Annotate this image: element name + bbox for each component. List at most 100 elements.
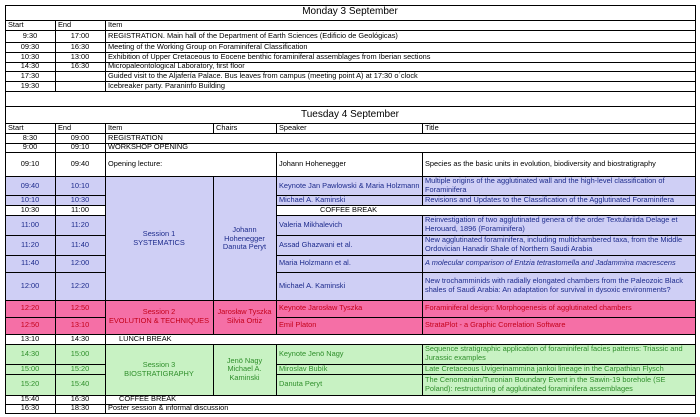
session1-theme: SYSTEMATICS [133,238,185,247]
session3-row-start: 15:20 [20,379,40,389]
session3-title: Late Cretaceous Uvigerinammina jankoi li… [425,364,664,373]
session1-title: New agglutinated foraminifera, including… [425,235,683,253]
session1-row-start: 11:20 [21,239,39,249]
day1-row-start: 19:30 [20,81,40,90]
lunch-end: 14:30 [70,334,90,343]
day1-row-start: 17:30 [20,71,40,80]
day2-header-start: Start [8,124,24,133]
day1-row-item: Exhibition of Upper Cretaceous to Eocene… [108,52,431,61]
coffee-break-label: COFFEE BREAK [276,205,422,215]
session1-title: Multiple origins of the agglutinated wal… [425,177,665,194]
day2-row-start: 8:30 [22,134,38,143]
session1-row-end: 10:10 [70,180,90,190]
day1-row-end: 13:00 [70,52,90,61]
session3-chairs: Jenö Nagy Michael A. Kaminski [226,355,263,382]
day1-row-start: 10:30 [20,52,40,61]
lunch-label: LUNCH BREAK [119,334,172,343]
session2-speaker: Keynote Jarosław Tyszka [279,303,363,313]
session1-title: A molecular comparison of Entzia tetrast… [425,258,676,268]
session1-row-end: 10:30 [70,195,90,204]
day1-row-end: 16:30 [70,42,90,51]
session1-title: Revisions and Updates to the Classificat… [425,195,674,204]
day2-header-item: Item [108,124,123,133]
day1-row-end: 16:30 [70,62,90,71]
session3-speaker: Miroslav Bubík [279,364,328,373]
session2-row-start: 12:20 [20,303,40,313]
day2-header-speaker: Speaker [279,124,307,133]
day1-row-end: 17:00 [70,31,90,41]
session1-row-start: 11:00 [21,219,39,229]
session1-row-start: 11:40 [21,258,39,268]
day2-row-end: 09:40 [70,158,90,168]
day1-title: Monday 3 September [302,6,398,18]
day2-row-start: 09:10 [20,158,40,168]
session2-row-end: 13:10 [70,320,90,330]
session3-theme: BIOSTRATIGRAPHY [124,368,194,378]
day1-row-start: 09:30 [20,42,40,51]
day2-row-start: 16:30 [20,404,40,413]
day1-row-item: Guided visit to the Aljafería Palace. Bu… [108,71,418,80]
day2-header-end: End [58,124,72,133]
day2-row-item: COFFEE BREAK [119,395,177,404]
coffee-break-start: 10:30 [5,205,55,215]
session2-row-end: 12:50 [70,303,90,313]
session1-speaker: Maria Holzmann et al. [279,258,351,268]
day1-row-item: Micropaleontological Laboratory, first f… [108,62,245,71]
session3-row-end: 15:00 [70,348,90,358]
day2-row-start: 9:00 [22,143,38,152]
day2-row-end: 18:30 [70,404,90,413]
session1-speaker: Keynote Jan Pawlowski & Maria Holzmann [279,180,420,190]
session1-row-start: 09:40 [20,180,40,190]
session1-row-end: 11:20 [71,219,89,229]
session3-row-start: 14:30 [20,348,40,358]
session1-row-end: 12:00 [70,258,90,268]
day1-header-end: End [58,21,72,30]
opening-lecture-title: Species as the basic units in evolution,… [425,158,656,168]
day2-title: Tuesday 4 September [300,109,400,121]
day2-row-start: 15:40 [20,395,40,404]
session1-speaker: Michael A. Kaminski [279,280,346,290]
session1-title: Reinvestigation of two agglutinated gene… [425,215,678,233]
session1-row-start: 10:10 [20,195,40,204]
session1-label: Session 1 SYSTEMATICS [105,215,213,263]
day2-row-item: Poster session & informal discussion [108,404,229,413]
coffee-break-end: 11:00 [55,205,105,215]
session1-row-end: 11:40 [71,239,89,249]
session2-theme: EVOLUTION & TECHNIQUES [108,316,210,325]
session3-speaker: Danuta Peryt [279,379,323,389]
session1-speaker: Valeria Mikhalevich [279,219,343,229]
day1-row-start: 14:30 [20,62,40,71]
session3-row-end: 15:40 [70,379,90,389]
day1-row-item: Meeting of the Working Group on Foramini… [108,42,308,51]
session1-row-start: 12:00 [20,280,40,290]
day1-row-end [55,81,105,91]
day2-header-title: Title [425,124,439,133]
session2-row-start: 12:50 [20,320,40,330]
opening-lecture-label: Opening lecture: [108,158,163,168]
session3-row-end: 15:20 [70,364,90,373]
lunch-start: 13:10 [20,334,40,343]
session3-title: The Cenomanian/Turonian Boundary Event i… [425,374,666,393]
session1-speaker: Michael A. Kaminski [279,195,346,204]
session2-speaker: Emil Platon [279,320,317,330]
day2-header-chairs: Chairs [216,124,238,133]
session3-title: Sequence stratigraphic application of fo… [425,344,683,362]
session1-title: New trochamminids with radially elongate… [425,276,683,294]
conference-schedule: Monday 3 September Start End Item 9:30 1… [0,0,700,417]
day1-row-item: Icebreaker party. Paraninfo Building [108,81,225,90]
session1-row-end: 12:20 [70,280,90,290]
session3-row-start: 15:00 [20,364,40,373]
day1-row-start: 9:30 [22,31,38,41]
session3-speaker: Keynote Jenö Nagy [279,348,344,358]
day2-row-end: 09:10 [70,143,90,152]
session1-chairs: Johann Hohenegger Danuta Peryt [222,225,267,252]
day1-row-end [55,71,105,81]
day2-row-item: REGISTRATION [108,134,163,143]
day1-row-item: REGISTRATION. Main hall of the Departmen… [108,31,398,41]
session2-title: Foraminiferal design: Morphogenesis of a… [425,303,632,313]
day1-header-start: Start [8,21,24,30]
session2-title: StrataPlot - a Graphic Correlation Softw… [425,320,566,330]
day2-row-end: 09:00 [70,134,90,143]
session2-chairs: Jarosław Tyszka Silvia Ortiz [217,307,272,325]
day2-row-end: 16:30 [70,395,90,404]
